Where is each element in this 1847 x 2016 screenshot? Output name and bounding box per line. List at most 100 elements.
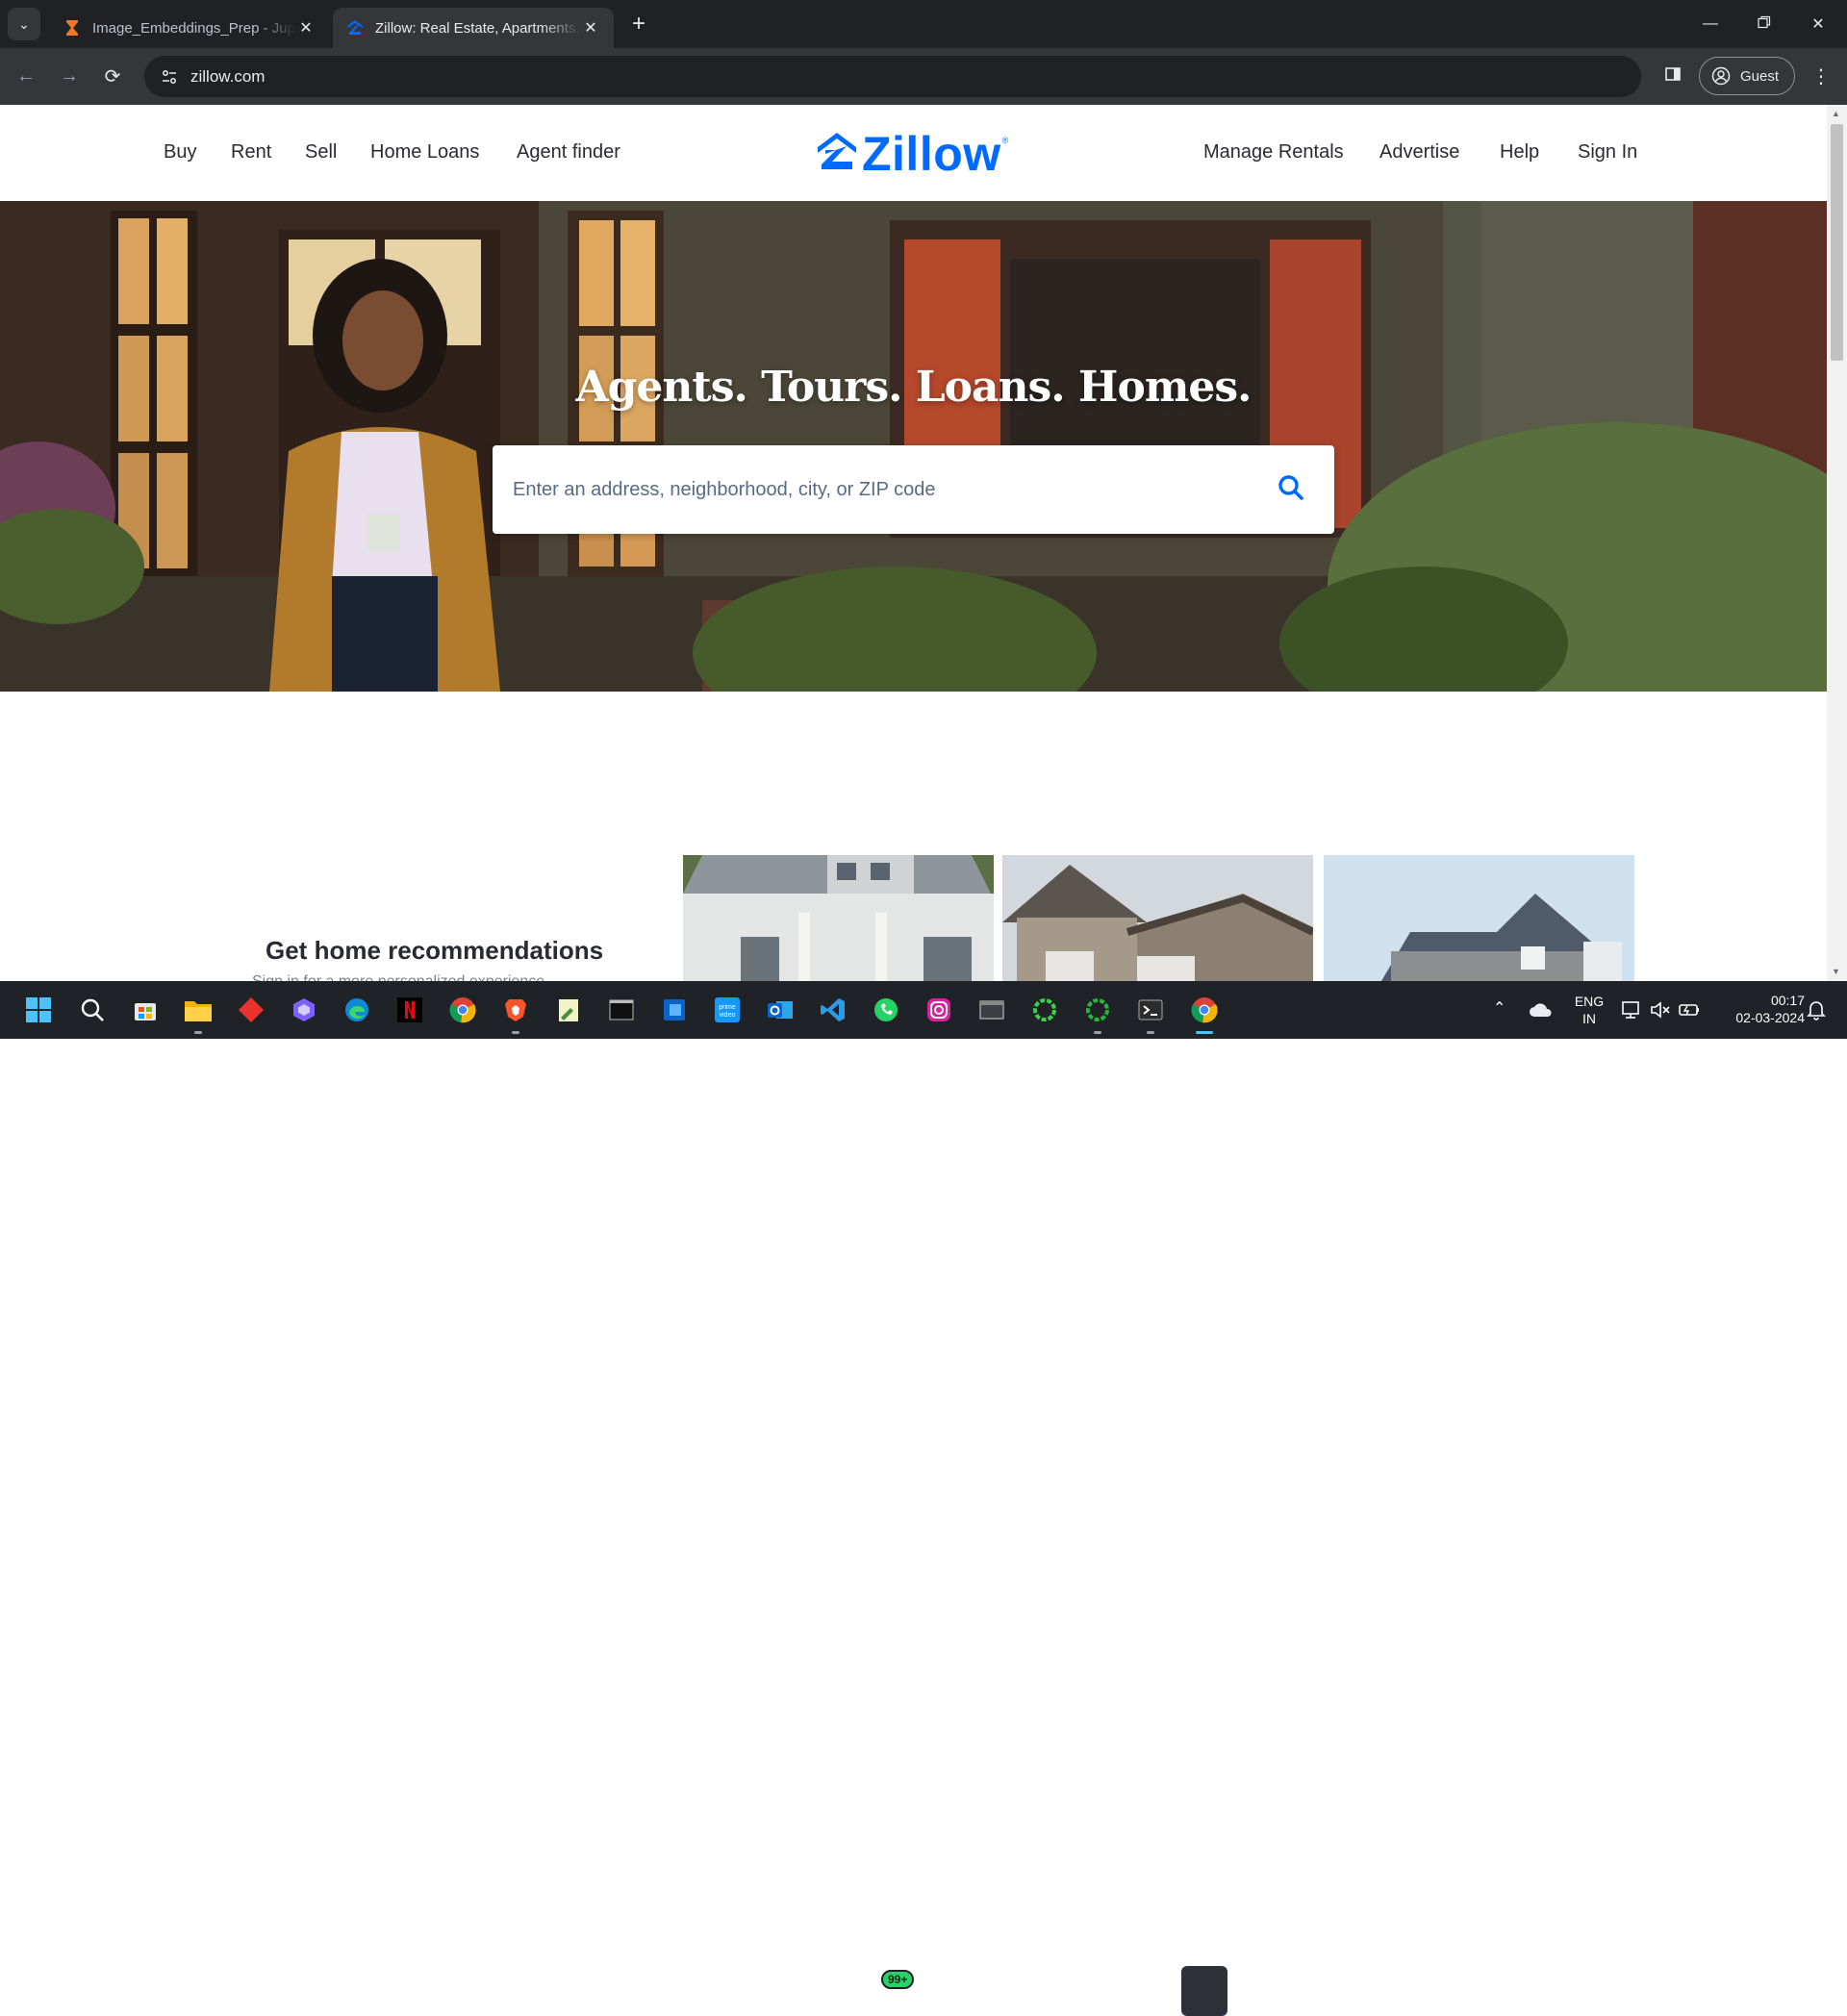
nav-buy[interactable]: Buy xyxy=(164,141,196,164)
hourglass-icon xyxy=(63,19,81,37)
scroll-down-icon[interactable]: ▼ xyxy=(1832,967,1840,976)
tab-zillow[interactable]: Zillow: Real Estate, Apartments, ✕ xyxy=(333,8,614,48)
nav-home-loans[interactable]: Home Loans xyxy=(370,141,479,164)
region-code: IN xyxy=(1582,1011,1596,1026)
nav-sign-in[interactable]: Sign In xyxy=(1578,141,1637,164)
brave-icon[interactable] xyxy=(500,995,531,1025)
forward-button[interactable]: → xyxy=(53,60,86,92)
tab-jupyter[interactable]: Image_Embeddings_Prep - Jupyter ✕ xyxy=(50,8,329,48)
scroll-up-icon[interactable]: ▲ xyxy=(1832,109,1840,118)
running-indicator xyxy=(512,1031,519,1034)
reload-button[interactable]: ⟳ xyxy=(96,60,129,92)
browser-menu-button[interactable]: ⋮ xyxy=(1807,60,1835,92)
battery-icon[interactable] xyxy=(1674,995,1705,1025)
nav-advertise[interactable]: Advertise xyxy=(1379,141,1459,164)
address-bar[interactable]: zillow.com xyxy=(144,56,1641,97)
minimize-button[interactable]: — xyxy=(1683,0,1737,48)
zillow-logo-icon xyxy=(818,131,856,178)
svg-text:prime: prime xyxy=(719,1004,736,1011)
window-close-button[interactable]: ✕ xyxy=(1791,0,1845,48)
search-icon xyxy=(1278,474,1304,506)
nav-manage-rentals[interactable]: Manage Rentals xyxy=(1203,141,1344,164)
tab-search-button[interactable]: ⌄ xyxy=(8,8,40,40)
hero-search xyxy=(493,445,1334,534)
hero-headline: Agents. Tours. Loans. Homes. xyxy=(575,363,1252,412)
scroll-thumb[interactable] xyxy=(1831,124,1843,361)
outlook-icon[interactable] xyxy=(765,995,796,1025)
edge-icon[interactable] xyxy=(342,995,372,1025)
plus-icon: + xyxy=(631,11,645,37)
zillow-icon xyxy=(346,19,364,37)
arrow-right-icon: → xyxy=(60,64,79,87)
store-icon[interactable] xyxy=(130,995,161,1025)
running-indicator xyxy=(1094,1031,1101,1034)
zillow-logo[interactable]: Zillow ® xyxy=(818,130,1008,178)
minimize-icon: — xyxy=(1703,15,1718,32)
chrome-active-icon[interactable] xyxy=(1189,995,1220,1025)
onedrive-icon[interactable] xyxy=(1526,995,1556,1025)
hero-banner: Agents. Tours. Loans. Homes. xyxy=(0,201,1827,692)
netflix-icon[interactable] xyxy=(394,995,425,1025)
green-ring-icon[interactable] xyxy=(1029,995,1060,1025)
back-button[interactable]: ← xyxy=(10,60,42,92)
file-explorer-icon[interactable] xyxy=(183,995,214,1025)
svg-text:video: video xyxy=(720,1012,736,1019)
green-ring-2-icon[interactable] xyxy=(1082,995,1113,1025)
nav-sell[interactable]: Sell xyxy=(305,141,337,164)
instagram-icon[interactable] xyxy=(924,995,954,1025)
house-image-2[interactable] xyxy=(1002,855,1313,981)
language-code: ENG xyxy=(1574,994,1605,1009)
arrow-left-icon: ← xyxy=(16,64,36,87)
copilot-icon[interactable] xyxy=(289,995,319,1025)
whatsapp-icon[interactable] xyxy=(871,995,901,1025)
volume-muted-icon[interactable] xyxy=(1645,995,1676,1025)
red-diamond-icon[interactable] xyxy=(236,995,266,1025)
person-icon xyxy=(1711,66,1731,86)
windows-start-icon[interactable] xyxy=(23,995,54,1025)
nav-rent[interactable]: Rent xyxy=(231,141,271,164)
house-image-3[interactable] xyxy=(1324,855,1634,981)
app-window-icon[interactable] xyxy=(976,995,1007,1025)
recommendations-subtitle: Sign in for a more personalized experien… xyxy=(252,973,618,981)
network-icon[interactable] xyxy=(1616,995,1647,1025)
chevron-down-icon: ⌄ xyxy=(18,15,30,32)
nav-agent-finder[interactable]: Agent finder xyxy=(517,141,620,164)
terminal-icon[interactable] xyxy=(1135,995,1166,1025)
search-icon[interactable] xyxy=(77,995,108,1025)
language-indicator[interactable]: ENG IN xyxy=(1570,993,1608,1027)
chrome-icon[interactable] xyxy=(447,995,478,1025)
site-settings-icon[interactable] xyxy=(150,58,189,96)
search-button[interactable] xyxy=(1248,445,1334,534)
active-indicator xyxy=(1196,1031,1213,1034)
page-viewport: Buy Rent Sell Home Loans Agent finder Zi… xyxy=(0,105,1847,981)
side-panel-button[interactable] xyxy=(1657,60,1689,92)
vscode-icon[interactable] xyxy=(818,995,848,1025)
taskbar: prime video 99+ ⌃ ENG IN 00:17 02-03-202… xyxy=(0,981,1847,2016)
browser-toolbar: ← → ⟳ zillow.com Guest ⋮ xyxy=(0,48,1847,105)
house-image-1[interactable] xyxy=(683,855,994,981)
terminal-dark-icon[interactable] xyxy=(606,995,637,1025)
notepad-icon[interactable] xyxy=(553,995,584,1025)
profile-button[interactable]: Guest xyxy=(1699,57,1795,95)
page-scrollbar[interactable]: ▲ ▼ xyxy=(1827,105,1847,981)
search-input[interactable] xyxy=(493,445,1248,534)
tab-title: Image_Embeddings_Prep - Jupyter xyxy=(92,19,296,37)
tab-title: Zillow: Real Estate, Apartments, xyxy=(375,19,580,37)
close-icon[interactable]: ✕ xyxy=(296,18,316,38)
profile-label: Guest xyxy=(1740,67,1780,85)
clock-time: 00:17 xyxy=(1770,993,1805,1008)
close-icon[interactable]: ✕ xyxy=(581,18,600,38)
restore-icon xyxy=(1758,15,1771,34)
prime-video-icon[interactable]: prime video xyxy=(712,995,743,1025)
notification-bell-icon[interactable] xyxy=(1801,995,1832,1025)
new-tab-button[interactable]: + xyxy=(625,11,652,38)
chevron-up-icon[interactable]: ⌃ xyxy=(1493,998,1505,1018)
whatsapp-badge: 99+ xyxy=(881,1970,915,1989)
close-icon: ✕ xyxy=(1811,16,1825,33)
restore-button[interactable] xyxy=(1737,0,1791,48)
word-icon[interactable] xyxy=(659,995,690,1025)
reload-icon: ⟳ xyxy=(104,65,121,88)
kebab-menu-icon: ⋮ xyxy=(1811,65,1831,88)
nav-help[interactable]: Help xyxy=(1500,141,1539,164)
clock[interactable]: 00:17 02-03-2024 xyxy=(1714,992,1805,1026)
